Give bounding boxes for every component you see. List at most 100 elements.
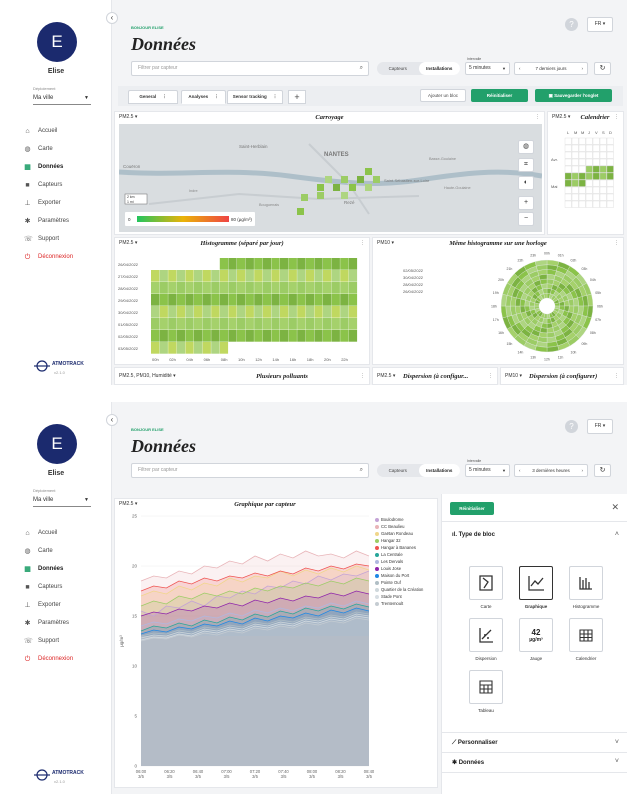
heatmap-cell[interactable] (194, 318, 203, 330)
heatmap-cell[interactable] (176, 282, 186, 294)
help-button[interactable]: ? (565, 18, 578, 31)
calendar-day-cell[interactable] (571, 165, 579, 173)
heatmap-cell[interactable] (331, 258, 340, 270)
heatmap-cell[interactable] (219, 342, 229, 354)
help-button[interactable]: ? (565, 420, 578, 433)
calendar-day-cell[interactable] (571, 144, 579, 152)
heatmap-cell[interactable] (211, 318, 220, 330)
legend-item[interactable]: Hangar à Bananes (375, 544, 423, 551)
reset-button[interactable]: Réinitialiser (450, 502, 494, 515)
heatmap-cell[interactable] (280, 318, 289, 330)
zoom-in-button[interactable]: + (518, 196, 534, 210)
heatmap-cell[interactable] (168, 258, 177, 270)
heatmap-cell[interactable] (219, 330, 229, 342)
heatmap-cell[interactable] (151, 282, 160, 294)
panel-menu-icon[interactable]: ⋮ (360, 371, 365, 382)
deployment-select[interactable]: Ma ville ▼ (33, 91, 91, 105)
calendar-day-cell[interactable] (599, 165, 607, 173)
heatmap-cell[interactable] (194, 330, 203, 342)
heatmap-cell[interactable] (305, 258, 315, 270)
heatmap-cell[interactable] (168, 282, 177, 294)
nav-item-carte[interactable]: ◍ Carte (0, 542, 112, 560)
heatmap-cell[interactable] (288, 270, 297, 282)
heatmap-cell[interactable] (262, 318, 272, 330)
heatmap-cell[interactable] (348, 282, 358, 294)
heatmap-cell[interactable] (254, 318, 263, 330)
collapse-sidebar-button[interactable]: ‹ (106, 12, 118, 24)
heatmap-cell[interactable] (314, 330, 323, 342)
nav-item-parametres[interactable]: ✱ Paramètres (0, 212, 112, 230)
heatmap-cell[interactable] (159, 258, 168, 270)
calendar-day-cell[interactable] (571, 137, 579, 145)
section-customize[interactable]: ⟋ Personnaliser (452, 740, 498, 747)
heatmap-cell[interactable] (297, 330, 306, 342)
time-range-selector[interactable]: ‹ 7 derniers jours › (514, 62, 588, 75)
heatmap-cell[interactable] (323, 258, 332, 270)
heatmap-cell[interactable] (314, 282, 323, 294)
calendar-day-cell[interactable] (578, 186, 586, 194)
heatmap-cell[interactable] (237, 270, 246, 282)
heatmap-cell[interactable] (151, 270, 160, 282)
panel-menu-icon[interactable]: ⋮ (360, 238, 365, 249)
avatar[interactable]: E (37, 22, 77, 62)
heatmap-cell[interactable] (271, 342, 280, 354)
heatmap-cell[interactable] (348, 330, 358, 342)
heatmap-cell[interactable] (340, 270, 349, 282)
nav-item-carte[interactable]: ◍ Carte (0, 140, 112, 158)
grid-cell[interactable] (357, 176, 364, 183)
heatmap-cell[interactable] (314, 306, 323, 318)
nav-item-deconnexion[interactable]: ⏻ Déconnexion (0, 650, 112, 668)
heatmap-cell[interactable] (331, 306, 340, 318)
legend-item[interactable]: CC Beaulieu (375, 523, 423, 530)
heatmap-cell[interactable] (280, 294, 289, 306)
heatmap-cell[interactable] (237, 306, 246, 318)
calendar-day-cell[interactable] (564, 200, 572, 208)
heatmap-cell[interactable] (228, 330, 237, 342)
heatmap-cell[interactable] (151, 294, 160, 306)
clock-cell[interactable] (546, 327, 555, 334)
heatmap-cell[interactable] (305, 330, 315, 342)
calendar-day-cell[interactable] (571, 186, 579, 194)
legend-item[interactable]: Louis Jose (375, 565, 423, 572)
heatmap-cell[interactable] (168, 294, 177, 306)
language-select[interactable]: FR ▾ (587, 17, 613, 32)
refresh-button[interactable]: ↻ (594, 464, 611, 477)
calendar-day-cell[interactable] (585, 144, 593, 152)
heatmap-cell[interactable] (159, 306, 168, 318)
heatmap-cell[interactable] (194, 270, 203, 282)
sensor-filter-input[interactable]: Filtrer par capteur ⌕ (131, 61, 369, 76)
toggle-installations[interactable]: Installations (418, 62, 460, 75)
heatmap-cell[interactable] (159, 294, 168, 306)
heatmap-cell[interactable] (168, 342, 177, 354)
calendar-day-cell[interactable] (592, 144, 600, 152)
heatmap-cell[interactable] (331, 282, 340, 294)
heatmap-cell[interactable] (340, 258, 349, 270)
calendar-day-cell[interactable] (564, 186, 572, 194)
heatmap-cell[interactable] (185, 342, 194, 354)
calendar-day-cell[interactable] (606, 151, 614, 159)
heatmap-cell[interactable] (211, 282, 220, 294)
map-canvas[interactable]: Saint-Herblain NANTES Couëron Saint-Séba… (118, 124, 543, 232)
tab-analyses[interactable]: Analyses ⋮ (181, 90, 226, 104)
heatmap-cell[interactable] (159, 318, 168, 330)
calendar-day-cell[interactable] (606, 158, 614, 166)
heatmap-cell[interactable] (176, 306, 186, 318)
heatmap-cell[interactable] (185, 306, 194, 318)
heatmap-cell[interactable] (331, 318, 340, 330)
heatmap-cell[interactable] (185, 270, 194, 282)
calendar-day-cell[interactable] (599, 193, 607, 201)
calendar-day-cell[interactable] (571, 193, 579, 201)
calendar-day-cell[interactable] (585, 137, 593, 145)
heatmap-cell[interactable] (159, 282, 168, 294)
legend-item[interactable]: Les Dervals (375, 558, 423, 565)
calendar-day-cell[interactable] (578, 165, 586, 173)
calendar-day-cell[interactable] (592, 179, 600, 187)
calendar-day-cell[interactable] (599, 151, 607, 159)
heatmap-cell[interactable] (176, 342, 186, 354)
grid-cell[interactable] (333, 184, 340, 191)
clock-cell[interactable] (539, 278, 548, 285)
tile-dispersion[interactable] (469, 618, 503, 652)
heatmap-cell[interactable] (331, 342, 340, 354)
avatar[interactable]: E (37, 424, 77, 464)
heatmap-cell[interactable] (185, 330, 194, 342)
